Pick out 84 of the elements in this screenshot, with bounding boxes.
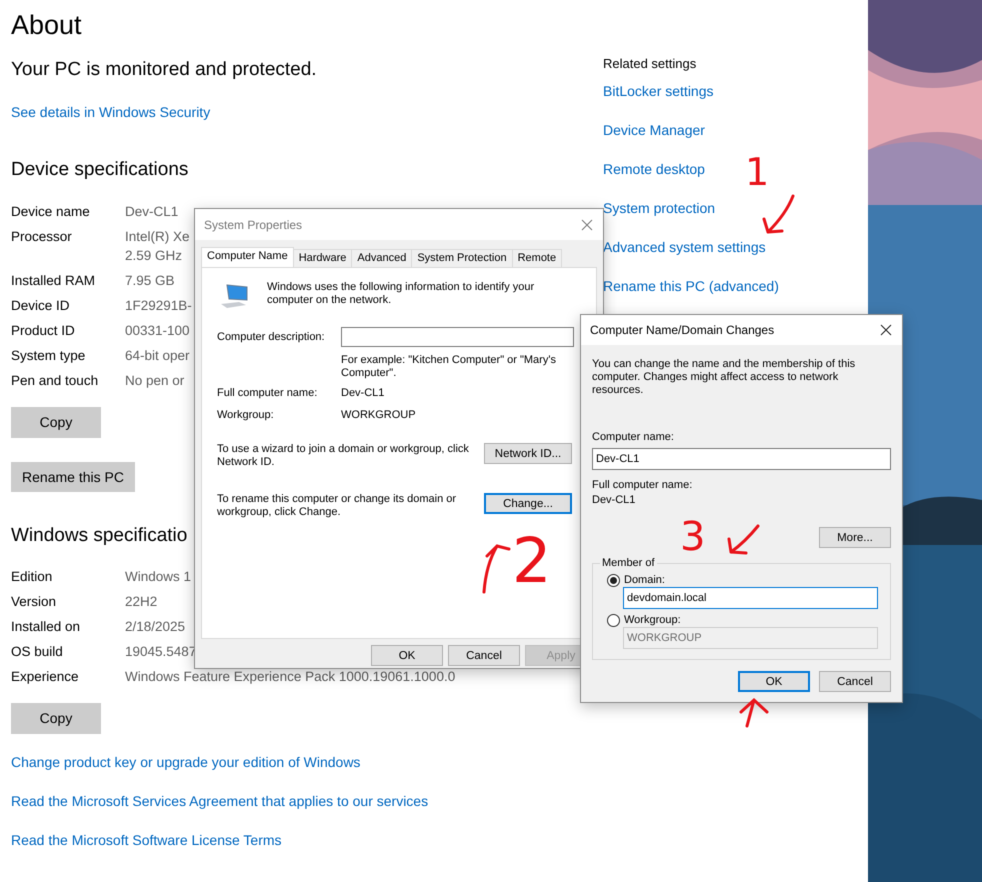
tab[interactable]: Remote: [512, 249, 562, 267]
annotation-arrow: [762, 194, 794, 234]
spec-label: Pen and touch: [11, 373, 100, 390]
field-label: Workgroup:: [217, 409, 275, 422]
field-label: Full computer name:: [592, 479, 694, 492]
related-link[interactable]: Advanced system settings: [603, 239, 766, 255]
window-title: Computer Name/Domain Changes: [590, 323, 774, 337]
related-link[interactable]: BitLocker settings: [603, 83, 714, 99]
spec-value: 2.59 GHz: [125, 248, 182, 264]
annotation-number: 2: [512, 530, 552, 592]
copy-button[interactable]: Copy: [11, 406, 101, 438]
settings-link[interactable]: Read the Microsoft Services Agreement that applies to our services: [11, 792, 428, 808]
related-link[interactable]: System protection: [603, 200, 716, 216]
dialog-button[interactable]: Cancel: [448, 645, 520, 666]
spec-value: Dev-CL1: [125, 204, 178, 220]
related-link[interactable]: Device Manager: [603, 122, 705, 138]
spec-value: 22H2: [125, 594, 158, 610]
annotation-number: 3: [680, 517, 706, 557]
close-icon[interactable]: [880, 324, 892, 336]
section-heading: Device specifications: [11, 158, 188, 182]
computer-icon: [219, 283, 249, 309]
intro-text: Windows uses the following information to identify your computer on the network.: [267, 281, 536, 307]
spec-label: OS build: [11, 644, 64, 661]
spec-label: Version: [11, 594, 58, 611]
spec-label: Device name: [11, 204, 91, 220]
network-id-button[interactable]: Network ID...: [484, 443, 572, 464]
spec-value: 00331-100: [125, 323, 190, 339]
spec-value: 7.95 GB: [125, 273, 175, 289]
spec-value: 2/18/2025: [125, 619, 186, 635]
settings-link[interactable]: Change product key or upgrade your edition of Windows: [11, 754, 360, 770]
intro-text: You can change the name and the membership of this computer. Changes might affect access to network resources.: [592, 358, 856, 397]
annotation-arrow: [728, 524, 760, 554]
section-heading: Windows specificatio: [11, 524, 188, 548]
spec-value: Intel(R) Xe: [125, 228, 190, 244]
option-field[interactable]: WORKGROUP: [623, 627, 878, 649]
window-title: System Properties: [204, 218, 302, 232]
settings-link[interactable]: Read the Microsoft Software License Terms: [11, 832, 282, 848]
spec-label: Edition: [11, 569, 54, 586]
rename-button[interactable]: Rename this PC: [11, 462, 135, 492]
option-label: Workgroup:: [624, 614, 681, 627]
radio-button[interactable]: [607, 574, 620, 587]
annotation-arrow: [740, 698, 768, 728]
spec-label: Device ID: [11, 298, 71, 315]
field-value: WORKGROUP: [341, 409, 416, 422]
field-label: Computer description:: [217, 330, 326, 344]
field-value: Dev-CL1: [592, 494, 636, 507]
spec-label: System type: [11, 348, 86, 365]
dialog-button[interactable]: OK: [738, 671, 810, 692]
dialog-button[interactable]: OK: [371, 645, 443, 666]
annotation-number: 1: [745, 153, 770, 191]
radio-button[interactable]: [607, 614, 620, 627]
related-link[interactable]: Remote desktop: [603, 161, 705, 177]
page-title: About: [11, 9, 82, 42]
spec-value: Windows Feature Experience Pack 1000.19061.1000.0: [125, 669, 456, 685]
instruction-text: To use a wizard to join a domain or workgroup, click Network ID.: [217, 443, 470, 469]
instruction-text: To rename this computer or change its domain or workgroup, click Change.: [217, 493, 458, 519]
spec-value: 64-bit oper: [125, 348, 190, 364]
more-button[interactable]: More...: [819, 527, 891, 548]
related-link[interactable]: Rename this PC (advanced): [603, 278, 779, 294]
spec-value: 1F29291B-: [125, 298, 192, 314]
spec-label: Product ID: [11, 323, 76, 340]
spec-label: Experience: [11, 669, 80, 686]
description-field[interactable]: [341, 327, 574, 347]
tab[interactable]: Computer Name: [201, 247, 294, 267]
related-heading: Related settings: [603, 55, 696, 73]
spec-value: 19045.5487: [125, 644, 196, 660]
field-label: Full computer name:: [217, 387, 318, 400]
annotation-arrow: [482, 544, 510, 594]
spec-label: Installed RAM: [11, 273, 96, 290]
option-field[interactable]: devdomain.local: [623, 587, 878, 609]
copy-button[interactable]: Copy: [11, 702, 101, 734]
spec-label: Processor: [11, 228, 73, 246]
hint-text: For example: "Kitchen Computer" or "Mary's Computer".: [341, 354, 557, 380]
dialog-button[interactable]: Cancel: [819, 671, 891, 692]
option-label: Domain:: [624, 574, 665, 587]
security-status: Your PC is monitored and protected.: [11, 58, 317, 82]
field-value: Dev-CL1: [341, 387, 384, 400]
computer-name-field[interactable]: Dev-CL1: [592, 448, 891, 470]
spec-value: Windows 1: [125, 569, 192, 585]
security-link[interactable]: See details in Windows Security: [11, 104, 210, 120]
spec-value: No pen or: [125, 373, 184, 389]
spec-label: Installed on: [11, 619, 82, 636]
change-button[interactable]: Change...: [484, 493, 572, 514]
field-label: Computer name:: [592, 431, 675, 444]
